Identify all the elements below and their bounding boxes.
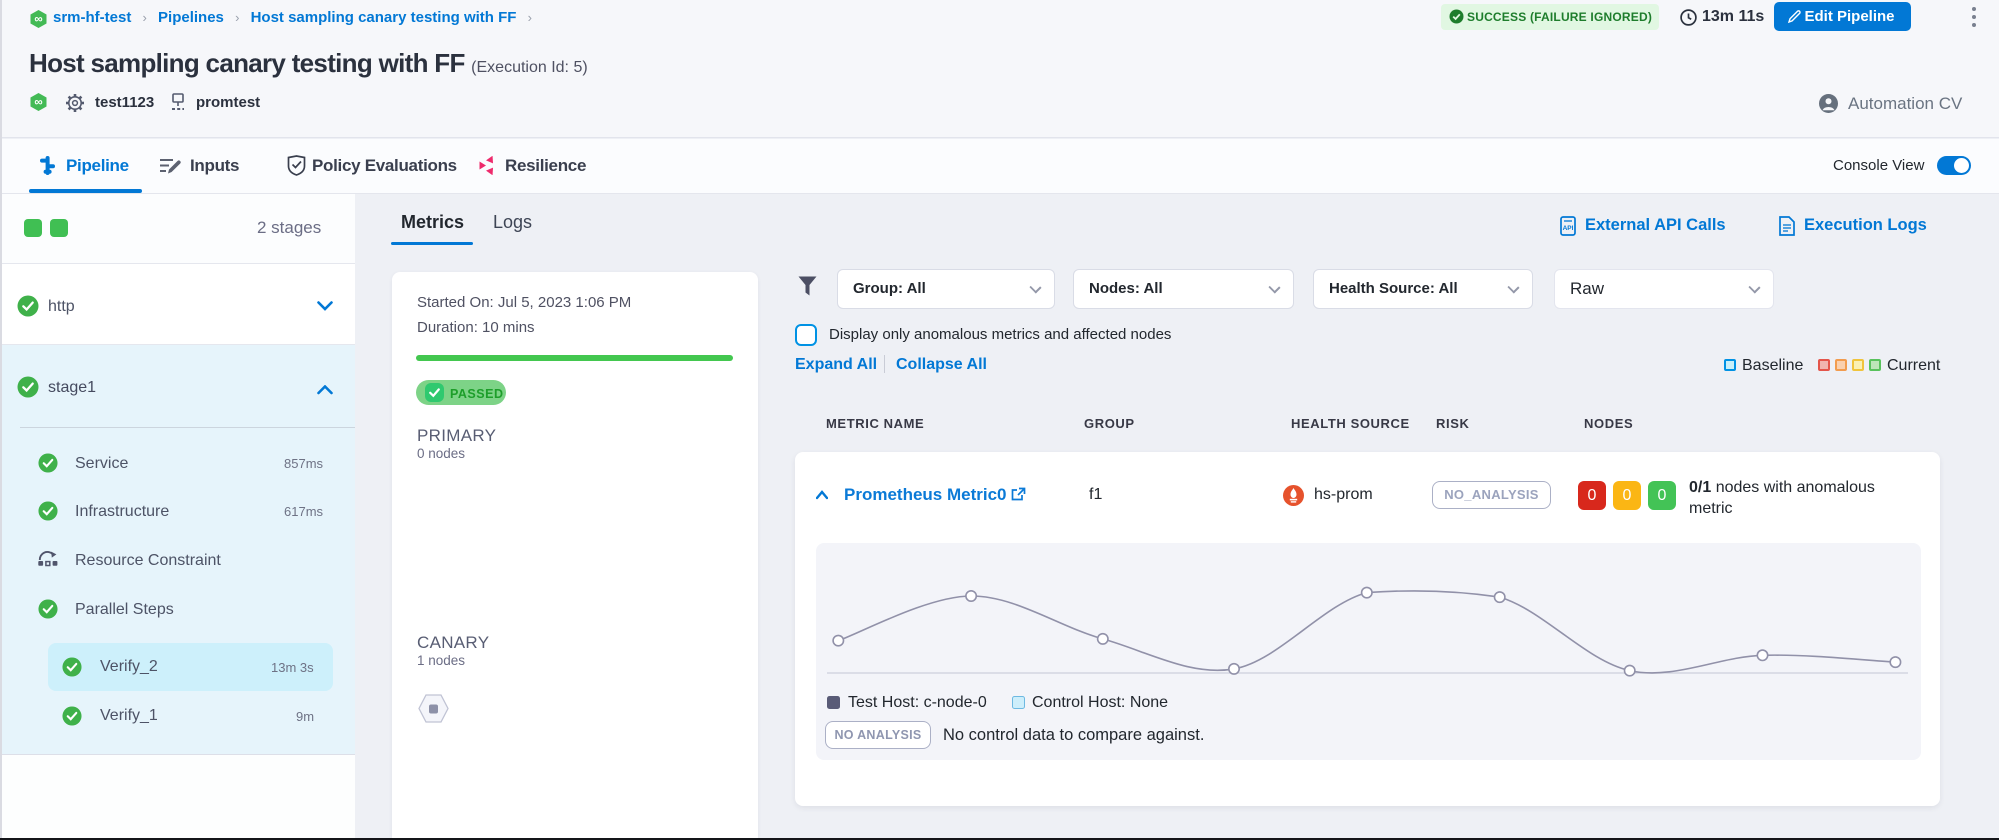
svg-text:API: API <box>1563 225 1574 232</box>
svg-text:∞: ∞ <box>34 97 42 109</box>
svg-text:∞: ∞ <box>34 14 42 26</box>
